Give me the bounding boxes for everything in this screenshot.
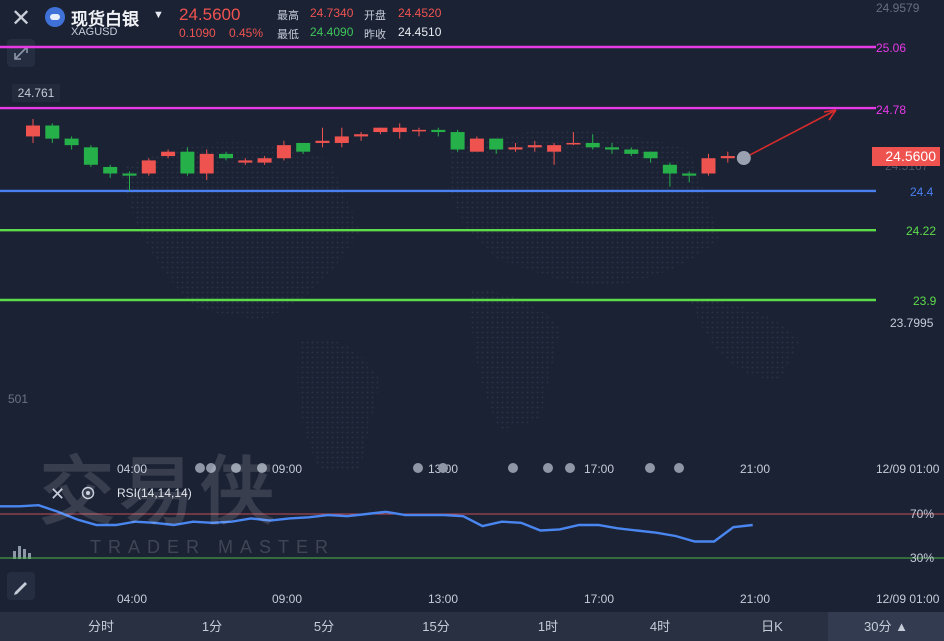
candle bbox=[469, 136, 484, 152]
tab-15min[interactable]: 15分 bbox=[380, 612, 492, 641]
trend-arrow[interactable] bbox=[747, 109, 837, 157]
time-label-rsi-2: 09:00 bbox=[272, 592, 303, 606]
candle bbox=[334, 127, 349, 148]
candle bbox=[199, 149, 214, 181]
candle bbox=[141, 158, 156, 176]
candle bbox=[257, 156, 272, 165]
time-label-rsi-3: 13:00 bbox=[428, 592, 459, 606]
tab-4hour[interactable]: 4时 bbox=[604, 612, 716, 641]
candle bbox=[585, 134, 600, 150]
candle bbox=[45, 123, 60, 143]
price-axis-low: 23.7995 bbox=[890, 316, 934, 330]
candle bbox=[161, 149, 176, 159]
tab-daily[interactable]: 日K bbox=[716, 612, 828, 641]
candle bbox=[180, 147, 195, 176]
candle bbox=[527, 140, 542, 152]
level-label-3: 24.4 bbox=[910, 185, 934, 199]
caret-up-icon: ▲ bbox=[891, 619, 908, 634]
candle bbox=[392, 123, 407, 139]
level-label-2: 24.78 bbox=[876, 103, 907, 117]
time-label-rsi-5: 21:00 bbox=[740, 592, 771, 606]
rsi-high-level: 70% bbox=[910, 507, 935, 521]
candlestick-chart[interactable] bbox=[0, 0, 944, 470]
tab-30min[interactable]: 30分 ▲ bbox=[828, 612, 944, 641]
candle bbox=[315, 127, 330, 148]
candle bbox=[354, 132, 369, 141]
candle bbox=[373, 127, 388, 135]
candle bbox=[238, 158, 253, 165]
candle bbox=[412, 127, 426, 137]
time-label-rsi-1: 04:00 bbox=[117, 592, 148, 606]
time-label-rsi-6: 12/09 01:00 bbox=[876, 592, 940, 606]
watermark-subtext: TRADER MASTER bbox=[90, 537, 336, 557]
candle bbox=[296, 142, 311, 154]
candle bbox=[431, 127, 446, 137]
level-label-4: 24.22 bbox=[906, 224, 937, 238]
tab-1min[interactable]: 1分 bbox=[156, 612, 268, 641]
candle bbox=[605, 142, 619, 154]
candle bbox=[64, 136, 79, 150]
candle bbox=[450, 129, 465, 152]
candle bbox=[624, 147, 639, 157]
tab-30min-label: 30分 bbox=[864, 619, 892, 634]
watermark-logo: 交易侠 bbox=[40, 450, 280, 533]
candle bbox=[701, 153, 716, 176]
candle bbox=[103, 164, 118, 178]
candle bbox=[547, 142, 562, 165]
candle bbox=[83, 145, 98, 167]
candle bbox=[720, 151, 735, 163]
info-icon[interactable] bbox=[736, 151, 751, 166]
tab-timeshare[interactable]: 分时 bbox=[46, 612, 156, 641]
timeframe-bar: 分时 1分 5分 15分 1时 4时 日K 30分 ▲ bbox=[0, 612, 944, 641]
candle bbox=[489, 138, 504, 154]
level-label-5: 23.9 bbox=[913, 294, 937, 308]
candle bbox=[276, 140, 291, 161]
candle bbox=[26, 118, 40, 143]
tab-1hour[interactable]: 1时 bbox=[492, 612, 604, 641]
candle bbox=[643, 151, 658, 163]
price-axis-top: 24.9579 bbox=[876, 1, 920, 15]
candle bbox=[662, 162, 677, 187]
rsi-low-level: 30% bbox=[910, 551, 935, 565]
candle bbox=[566, 132, 581, 146]
price-axis-left-partial: 501 bbox=[8, 392, 29, 406]
candle bbox=[682, 171, 697, 183]
level-label-1: 25.06 bbox=[876, 41, 907, 55]
candle bbox=[508, 142, 523, 152]
time-label-rsi-4: 17:00 bbox=[584, 592, 615, 606]
candle bbox=[219, 151, 233, 161]
candle bbox=[122, 171, 137, 191]
crosshair-price-label: 24.761 bbox=[12, 84, 60, 102]
current-price-tag: 24.5600 bbox=[872, 147, 940, 166]
tab-5min[interactable]: 5分 bbox=[268, 612, 380, 641]
